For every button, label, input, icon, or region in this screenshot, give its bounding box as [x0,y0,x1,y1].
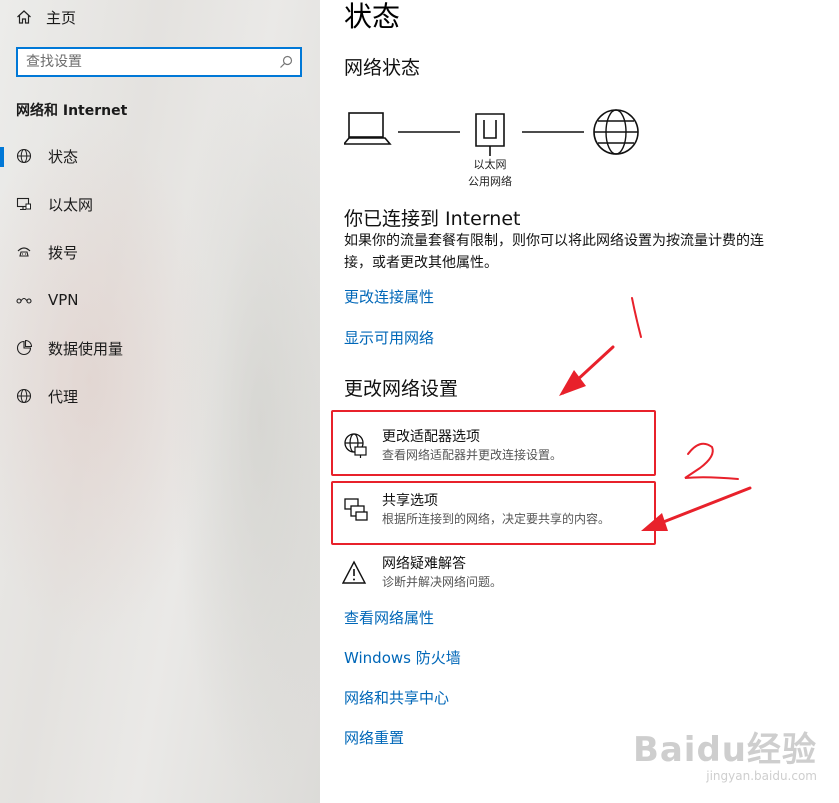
connected-description: 如果你的流量套餐有限制，则你可以将此网络设置为按流量计费的连接，或者更改其他属性… [344,233,764,271]
sidebar-item-dialup[interactable]: 拨号 [0,239,320,265]
vpn-icon [16,292,32,308]
watermark-url: jingyan.baidu.com [706,769,817,783]
watermark: Baidu经验 jingyan.baidu.com [633,722,817,783]
sidebar-item-label: 状态 [48,147,79,166]
option-description: 诊断并解决网络问题。 [382,575,503,589]
diagram-caption-profile: 公用网络 [468,175,512,188]
sidebar-item-label: 拨号 [48,243,79,262]
annotation-box-sharing [331,481,656,545]
connected-heading: 你已连接到 Internet [344,208,521,230]
sidebar-item-data-usage[interactable]: 数据使用量 [0,335,320,361]
change-network-settings-heading: 更改网络设置 [344,378,459,400]
network-sharing-center-link[interactable]: 网络和共享中心 [344,687,449,708]
internet-globe-icon [593,109,639,155]
view-network-properties-link[interactable]: 查看网络属性 [344,607,434,628]
sidebar-item-label: 代理 [48,387,79,406]
home-label: 主页 [46,8,77,27]
diagram-caption-type: 以太网 [473,158,507,171]
sidebar-item-label: 以太网 [48,195,94,214]
network-diagram: 以太网 公用网络 [344,106,644,196]
sidebar-item-proxy[interactable]: 代理 [0,383,320,409]
page-title: 状态 [344,0,401,33]
windows-firewall-link[interactable]: Windows 防火墙 [344,647,461,668]
watermark-logo-text: Baidu经验 [632,730,817,770]
sidebar-item-ethernet[interactable]: 以太网 [0,191,320,217]
sidebar-item-label: 数据使用量 [48,339,124,358]
ethernet-port-icon [475,113,505,156]
section-title: 网络和 Internet [16,103,128,119]
sidebar-item-label: VPN [48,291,79,309]
search-box[interactable] [16,47,302,77]
annotation-box-adapter [331,410,656,476]
option-title: 网络疑难解答 [382,556,466,572]
globe-icon [16,148,32,164]
dialup-icon [16,244,32,260]
network-troubleshooter[interactable]: 网络疑难解答 诊断并解决网络问题。 [340,555,640,605]
globe-icon [16,388,32,404]
sidebar-item-status[interactable]: 状态 [0,143,320,169]
home-icon [17,10,31,24]
sidebar: 主页 网络和 Internet 状态 以太网 拨号 VPN 数据使用量 代理 [0,0,320,803]
main-content: 状态 网络状态 以太网 公用网络 你已连接到 Internet 如果你的流量套餐 [320,0,839,803]
show-available-networks-link[interactable]: 显示可用网络 [344,327,434,348]
network-status-heading: 网络状态 [344,57,421,79]
ethernet-icon [16,196,32,212]
search-input[interactable] [18,49,272,75]
laptop-icon [344,112,392,145]
search-icon[interactable] [272,55,300,69]
network-reset-link[interactable]: 网络重置 [344,727,404,748]
warning-icon [342,560,367,584]
sidebar-item-vpn[interactable]: VPN [0,287,320,313]
home-link[interactable]: 主页 [16,6,76,28]
change-connection-properties-link[interactable]: 更改连接属性 [344,286,434,307]
data-usage-icon [16,340,32,356]
